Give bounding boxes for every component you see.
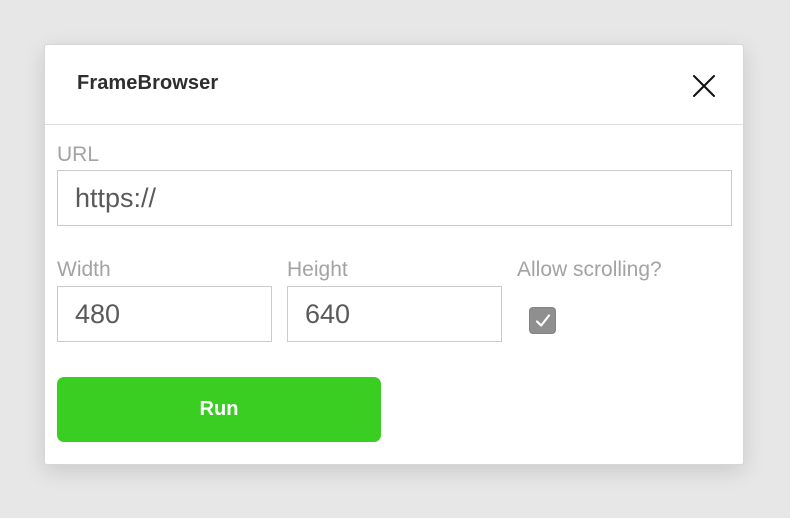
allow-scrolling-label: Allow scrolling? — [517, 258, 662, 281]
dialog-header: FrameBrowser — [45, 45, 743, 125]
url-label: URL — [57, 143, 100, 166]
width-input[interactable] — [57, 286, 272, 342]
allow-scrolling-checkbox[interactable] — [529, 307, 556, 334]
height-label: Height — [287, 258, 348, 281]
run-button[interactable]: Run — [57, 377, 381, 442]
checkmark-icon — [535, 314, 551, 327]
url-input[interactable] — [57, 170, 732, 226]
dialog-title: FrameBrowser — [77, 72, 219, 94]
width-label: Width — [57, 258, 111, 281]
close-button[interactable] — [685, 67, 723, 105]
height-input[interactable] — [287, 286, 502, 342]
framebrowser-dialog: FrameBrowser URL Width Height Allow scro… — [44, 44, 744, 465]
close-icon — [693, 75, 715, 97]
